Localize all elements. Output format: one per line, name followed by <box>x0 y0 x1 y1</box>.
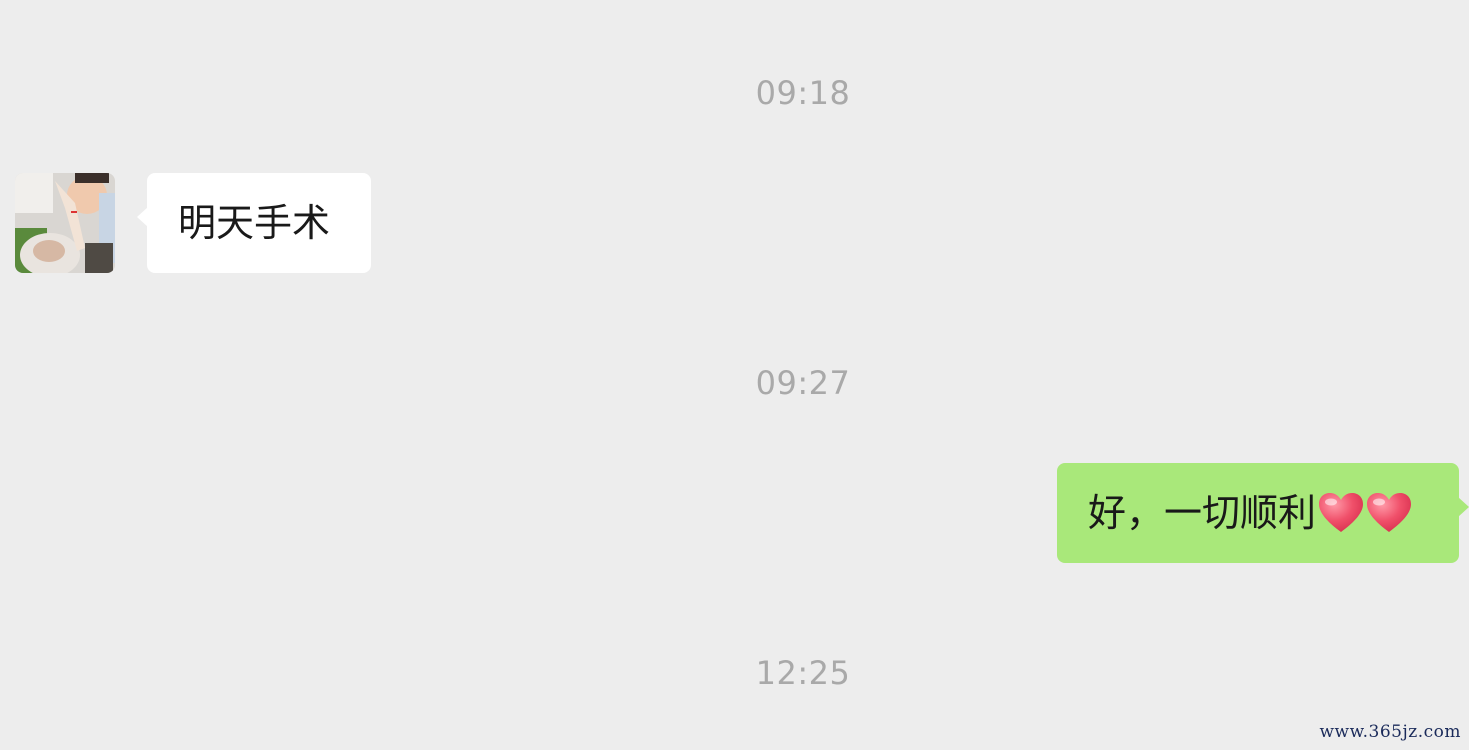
emoji-group <box>1318 492 1412 534</box>
contact-avatar[interactable] <box>15 173 115 273</box>
red-heart-emoji-icon <box>1367 493 1412 532</box>
incoming-message-text: 明天手术 <box>178 201 331 245</box>
message-timestamp: 09:18 <box>755 74 851 112</box>
outgoing-message-bubble[interactable]: 好，一切顺利 <box>1057 463 1469 563</box>
chat-window: 09:18 明天手术 09:27 好，一切顺利 12:25 www.365jz.… <box>0 0 1469 750</box>
message-timestamp: 12:25 <box>755 654 851 692</box>
incoming-message-bubble[interactable]: 明天手术 <box>137 173 371 273</box>
outgoing-message-text: 好，一切顺利 <box>1088 491 1317 535</box>
site-watermark: www.365jz.com <box>1319 722 1461 742</box>
red-heart-emoji-icon <box>1319 493 1364 532</box>
avatar-photo <box>15 173 115 273</box>
message-timestamp: 09:27 <box>755 364 851 402</box>
